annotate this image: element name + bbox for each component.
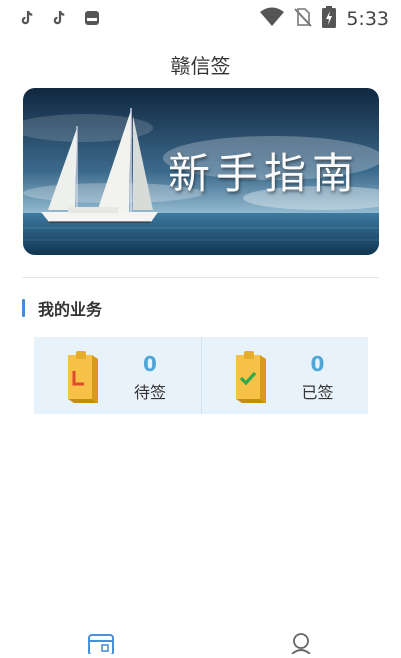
pending-document-icon: [64, 351, 100, 407]
page-title: 赣信签: [170, 54, 231, 78]
business-cards: 0 待签 0 已签: [34, 337, 368, 414]
newbie-guide-banner[interactable]: 新手指南: [23, 88, 379, 255]
signed-document-icon: [232, 351, 268, 407]
section-accent-bar: [22, 299, 25, 317]
no-sim-icon: [294, 7, 313, 31]
banner-text: 新手指南: [168, 149, 361, 198]
tiktok-icon: [52, 10, 66, 30]
section-header: 我的业务: [22, 297, 102, 319]
status-time: 5:33: [346, 8, 389, 30]
pending-count: 0: [143, 352, 157, 376]
wifi-icon: [260, 7, 285, 31]
signed-label: 已签: [301, 383, 334, 402]
documents-icon[interactable]: [88, 632, 114, 658]
bottom-nav: [0, 630, 401, 656]
user-icon[interactable]: [290, 632, 312, 658]
battery-charging-icon: [322, 6, 337, 32]
signed-card[interactable]: 0 已签: [200, 337, 369, 414]
tiktok-icon: [20, 10, 34, 30]
pending-card[interactable]: 0 待签: [34, 337, 201, 414]
status-bar: 5:33: [0, 0, 401, 40]
pending-label: 待签: [133, 383, 166, 402]
signed-count: 0: [310, 352, 325, 376]
section-title: 我的业务: [38, 300, 103, 319]
divider: [22, 277, 379, 278]
app-notification-icon: [84, 10, 100, 30]
